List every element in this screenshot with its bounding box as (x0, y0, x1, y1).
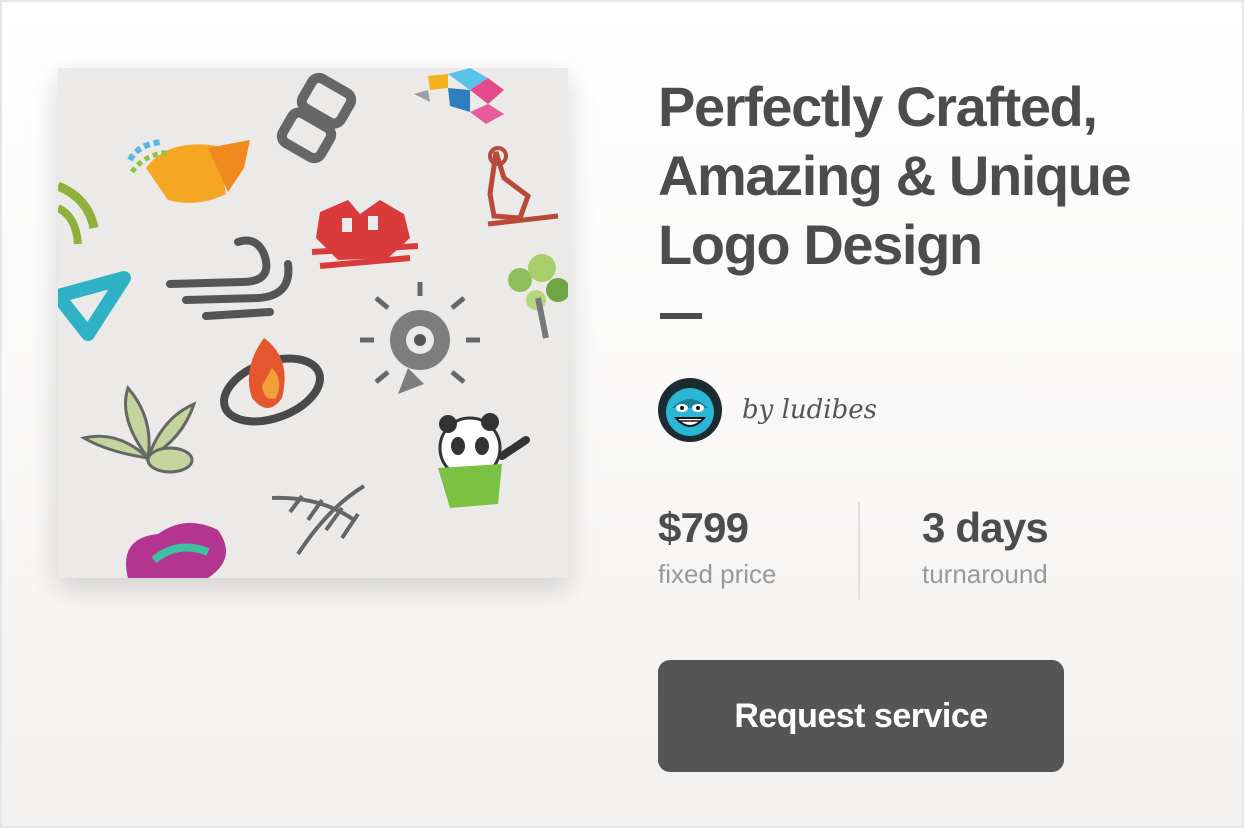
author-avatar[interactable] (658, 378, 722, 442)
price-value: $799 (658, 504, 749, 551)
stats-divider (858, 502, 860, 600)
service-title: Perfectly Crafted, Amazing & Unique Logo… (658, 75, 1132, 276)
price-label: fixed price (658, 559, 777, 589)
author-row[interactable]: by ludibes (658, 378, 877, 442)
turnaround-stat: 3 days turnaround (922, 502, 1049, 590)
request-service-button[interactable]: Request service (658, 660, 1064, 772)
turnaround-label: turnaround (922, 559, 1048, 589)
service-card: Perfectly Crafted, Amazing & Unique Logo… (0, 0, 1244, 828)
author-name[interactable]: by ludibes (742, 395, 877, 425)
avatar-face-icon (658, 378, 722, 442)
turnaround-value: 3 days (922, 504, 1049, 551)
service-cover-image[interactable] (58, 68, 568, 578)
logo-collage-illustration (58, 68, 568, 578)
title-separator (660, 313, 702, 319)
price-stat: $799 fixed price (658, 502, 777, 590)
